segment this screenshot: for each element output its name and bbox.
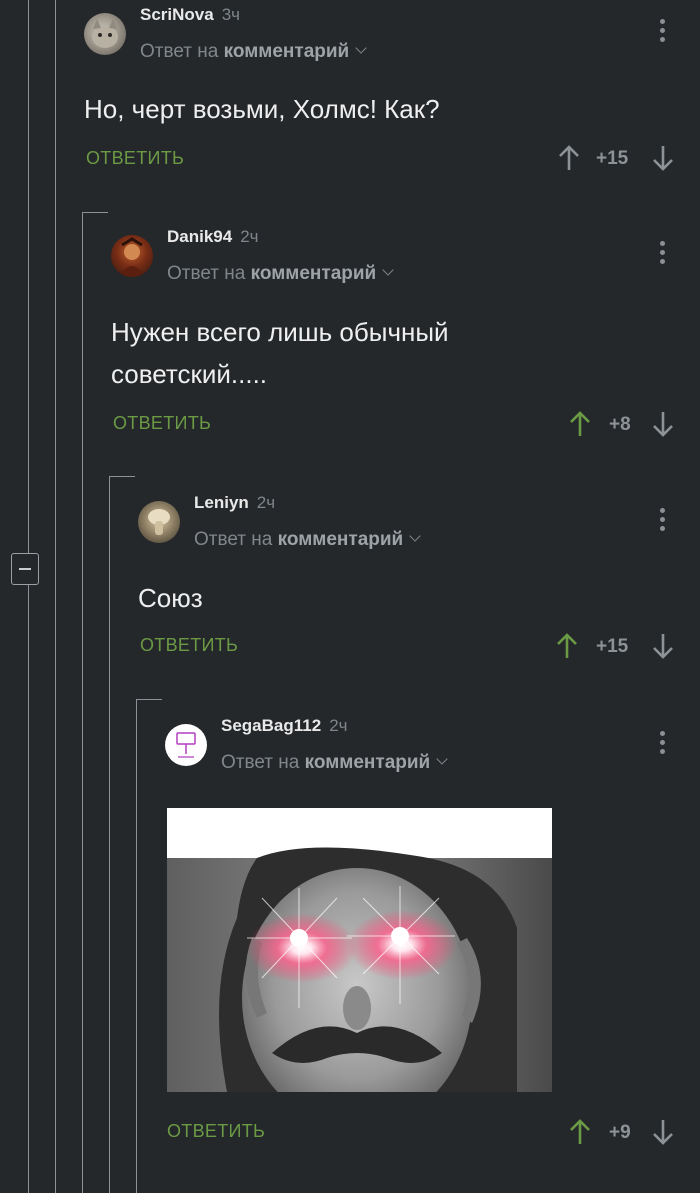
rating-value: +9 — [609, 1122, 631, 1143]
reply-to-prefix: Ответ на — [221, 752, 300, 773]
reply-to-target[interactable]: комментарий — [278, 529, 404, 550]
upvote-arrow-icon[interactable] — [558, 144, 580, 172]
reply-to-target[interactable]: комментарий — [251, 263, 377, 284]
reply-to-target[interactable]: комментарий — [305, 752, 431, 773]
comment-text-line: советский..... — [111, 359, 268, 389]
reply-to-prefix: Ответ на — [140, 41, 219, 62]
thread-line-3 — [82, 212, 83, 1193]
username-text[interactable]: SegaBag112 — [221, 716, 321, 735]
collapse-thread-icon[interactable] — [11, 553, 39, 585]
reply-to-link[interactable]: Ответ на комментарий — [194, 529, 421, 551]
more-options-icon[interactable] — [660, 19, 668, 46]
thread-branch-3 — [109, 476, 135, 477]
reply-to-prefix: Ответ на — [194, 529, 273, 550]
comment-danik94: Danik94 2ч Ответ на комментарий Нужен все… — [111, 222, 700, 462]
reply-to-link[interactable]: Ответ на комментарий — [140, 41, 367, 63]
rating-value: +15 — [596, 148, 629, 169]
glowing-eyes-portrait-image — [167, 808, 552, 1092]
reply-button[interactable]: ОТВЕТИТЬ — [167, 1121, 265, 1142]
reply-to-link[interactable]: Ответ на комментарий — [167, 263, 394, 285]
reply-button[interactable]: ОТВЕТИТЬ — [86, 148, 184, 169]
more-options-icon[interactable] — [660, 508, 668, 535]
sign-avatar-icon — [176, 732, 196, 758]
username-text[interactable]: Danik94 — [167, 227, 232, 246]
comment-text: Но, черт возьми, Холмс! Как? — [84, 94, 440, 124]
avatar[interactable] — [84, 13, 126, 55]
reply-button[interactable]: ОТВЕТИТЬ — [140, 635, 238, 656]
comment-time: 2ч — [256, 493, 276, 512]
warrior-avatar-icon — [119, 237, 145, 277]
username[interactable]: Danik94 2ч — [167, 227, 259, 247]
comment-scrinova: ScriNova 3ч Ответ на комментарий Но, черт… — [84, 0, 700, 190]
comment-time: 2ч — [240, 227, 259, 246]
thread-line-1 — [28, 0, 29, 1193]
username[interactable]: Leniyn 2ч — [194, 493, 275, 513]
thread-branch-4 — [136, 699, 162, 700]
reply-to-prefix: Ответ на — [167, 263, 246, 284]
username-text[interactable]: Leniyn — [194, 493, 249, 512]
upvote-arrow-icon[interactable] — [556, 632, 578, 660]
chevron-down-icon[interactable] — [355, 42, 367, 54]
downvote-arrow-icon[interactable] — [652, 410, 674, 438]
reply-to-link[interactable]: Ответ на комментарий — [221, 752, 448, 774]
downvote-arrow-icon[interactable] — [652, 144, 674, 172]
thread-line-5 — [136, 699, 137, 1193]
comment-time: 2ч — [329, 716, 348, 735]
upvote-arrow-icon[interactable] — [569, 410, 591, 438]
comment-text: Союз — [138, 583, 203, 613]
comment-text: Нужен всего лишь обычный советский..... — [111, 311, 449, 395]
reply-to-target[interactable]: комментарий — [224, 41, 350, 62]
reply-button[interactable]: ОТВЕТИТЬ — [113, 413, 211, 434]
downvote-arrow-icon[interactable] — [652, 632, 674, 660]
more-options-icon[interactable] — [660, 731, 668, 758]
avatar[interactable] — [165, 724, 207, 766]
upvote-arrow-icon[interactable] — [569, 1118, 591, 1146]
username[interactable]: ScriNova 3ч — [140, 5, 240, 25]
downvote-arrow-icon[interactable] — [652, 1118, 674, 1146]
chevron-down-icon[interactable] — [409, 530, 421, 542]
avatar[interactable] — [111, 235, 153, 277]
rating-value: +15 — [596, 636, 629, 657]
rating-value: +8 — [609, 414, 631, 435]
avatar[interactable] — [138, 501, 180, 543]
comment-image[interactable] — [167, 808, 552, 1092]
comment-leniyn: Leniyn 2ч Ответ на комментарий Союз ОТВЕТ… — [138, 488, 700, 678]
comment-text-line: Нужен всего лишь обычный — [111, 317, 449, 347]
comment-segabag112: SegaBag112 2ч Ответ на комментарий ОТВЕТ… — [165, 711, 700, 1181]
chevron-down-icon[interactable] — [436, 753, 448, 765]
thread-line-4 — [109, 476, 110, 1193]
thread-line-2 — [55, 0, 56, 1193]
username-text[interactable]: ScriNova — [140, 5, 214, 24]
chevron-down-icon[interactable] — [382, 264, 394, 276]
comment-time: 3ч — [221, 5, 241, 24]
mushroom-avatar-icon — [148, 509, 170, 535]
cat-avatar-icon — [92, 19, 118, 48]
username[interactable]: SegaBag112 2ч — [221, 716, 348, 736]
thread-branch-2 — [82, 212, 108, 213]
more-options-icon[interactable] — [660, 241, 668, 268]
